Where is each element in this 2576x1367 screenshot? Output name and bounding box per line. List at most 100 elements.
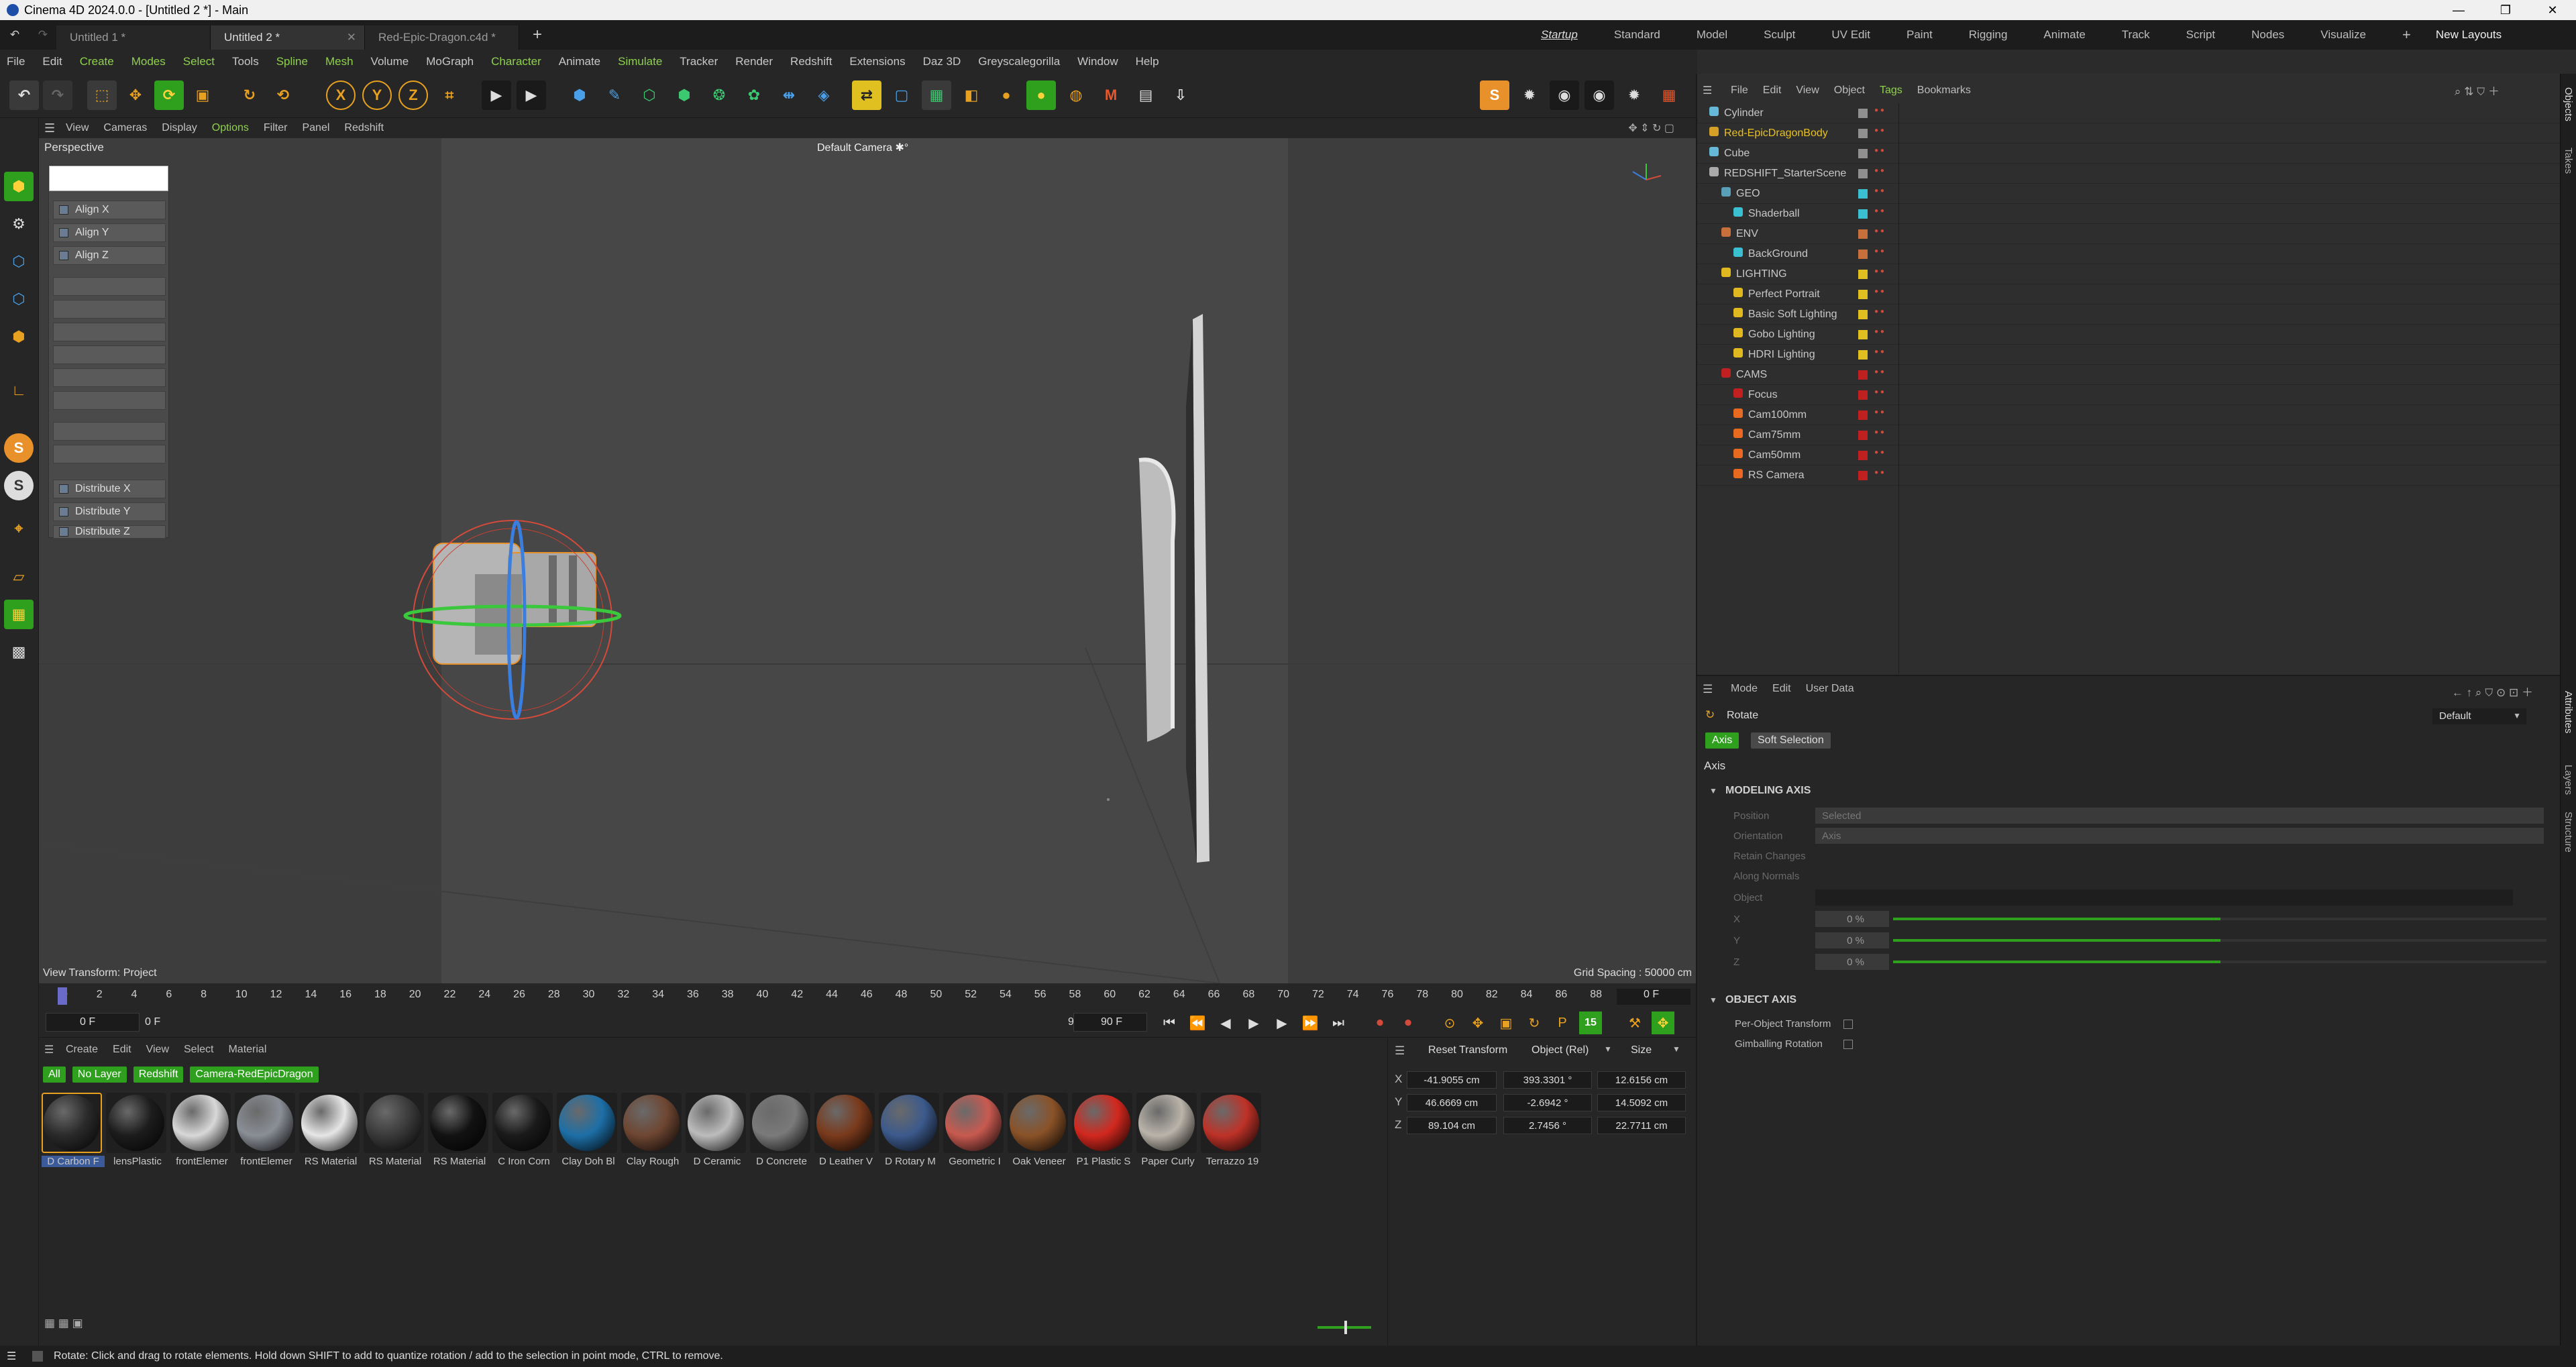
object-row[interactable]: Red-EpicDragonBody ● ● (1697, 123, 2561, 144)
download-icon[interactable]: ⇩ (1166, 80, 1195, 110)
doc-tab-untitled-2[interactable]: Untitled 2 * ✕ (211, 25, 365, 50)
obj-menu-bookmarks[interactable]: Bookmarks (1917, 85, 1971, 97)
add-layout-icon[interactable]: + (2402, 26, 2411, 44)
layout-track[interactable]: Track (2122, 28, 2150, 42)
object-row[interactable]: ENV ● ● (1697, 224, 2561, 244)
prop-object-link[interactable] (1815, 889, 2513, 906)
layout-visualize[interactable]: Visualize (2320, 28, 2366, 42)
distribute-x-button[interactable]: Distribute X (53, 480, 166, 498)
align-panel-header[interactable] (49, 166, 168, 191)
prop-position-select[interactable]: Selected (1815, 808, 2544, 824)
chevron-down-icon[interactable]: ▼ (1604, 1044, 1612, 1054)
fracture-icon[interactable]: ✿ (739, 80, 769, 110)
align-empty-slot[interactable] (53, 445, 166, 463)
layout-uv-edit[interactable]: UV Edit (1831, 28, 1870, 42)
vp-menu-display[interactable]: Display (162, 122, 197, 134)
material-swatch[interactable]: RS Material (364, 1093, 427, 1167)
close-tab-icon[interactable]: ✕ (347, 31, 356, 44)
doc-tab-untitled-1[interactable]: Untitled 1 * (56, 25, 211, 50)
hamburger-icon[interactable]: ☰ (44, 1043, 54, 1056)
menu-select[interactable]: Select (183, 55, 215, 68)
record-icon[interactable]: ⏺ (1368, 1011, 1391, 1034)
filter-camera-red-epic-dragon[interactable]: Camera-RedEpicDragon (190, 1067, 319, 1083)
align-empty-slot[interactable] (53, 300, 166, 319)
pen-spline-icon[interactable]: ✎ (600, 80, 629, 110)
layer-color-swatch[interactable] (1858, 209, 1868, 219)
layout-animate[interactable]: Animate (2043, 28, 2085, 42)
key-rotate-icon[interactable]: ↻ (1523, 1011, 1546, 1034)
visibility-dots-icon[interactable]: ● ● (1874, 127, 1884, 134)
vp-menu-cameras[interactable]: Cameras (103, 122, 147, 134)
visibility-dots-icon[interactable]: ● ● (1874, 329, 1884, 335)
hamburger-icon[interactable]: ☰ (44, 121, 55, 135)
align-empty-slot[interactable] (53, 277, 166, 296)
position-x-field[interactable]: -41.9055 cm (1407, 1071, 1497, 1089)
object-row[interactable]: Perfect Portrait ● ● (1697, 284, 2561, 305)
tab-soft-selection[interactable]: Soft Selection (1751, 732, 1831, 749)
menu-edit[interactable]: Edit (42, 55, 62, 68)
layer-color-swatch[interactable] (1858, 169, 1868, 178)
attr-nav-icons[interactable]: ← ↑ ⌕ ⛉ ⊙ ⊡ ＋ (2452, 683, 2533, 700)
cloner-icon[interactable]: ❂ (704, 80, 734, 110)
object-row[interactable]: BackGround ● ● (1697, 244, 2561, 264)
render-view-icon[interactable]: ▶ (482, 80, 511, 110)
material-swatch[interactable]: D Rotary M (879, 1093, 942, 1167)
material-swatch[interactable]: D Ceramic (686, 1093, 749, 1167)
object-row[interactable]: Cube ● ● (1697, 144, 2561, 164)
magnet-icon[interactable]: ⌖ (4, 514, 34, 543)
visibility-dots-icon[interactable]: ● ● (1874, 409, 1884, 416)
rotate-mode-icon[interactable]: ⟲ (268, 80, 298, 110)
prop-x-field[interactable]: 0 % (1815, 911, 1889, 927)
layer-color-swatch[interactable] (1858, 229, 1868, 239)
object-row[interactable]: Gobo Lighting ● ● (1697, 325, 2561, 345)
cube-primitive-icon[interactable]: ⬢ (565, 80, 594, 110)
obj-menu-object[interactable]: Object (1834, 85, 1865, 97)
next-frame-icon[interactable]: ▶ (1271, 1011, 1293, 1034)
minimize-button[interactable]: — (2435, 0, 2482, 20)
go-to-end-icon[interactable]: ⏭ (1327, 1011, 1350, 1034)
filter-no-layer[interactable]: No Layer (72, 1067, 127, 1083)
locked-workplane-icon[interactable]: ▩ (4, 637, 34, 667)
filter-redshift[interactable]: Redshift (133, 1067, 184, 1083)
visibility-dots-icon[interactable]: ● ● (1874, 349, 1884, 356)
size-y-field[interactable]: 14.5092 cm (1597, 1094, 1686, 1111)
visibility-dots-icon[interactable]: ● ● (1874, 288, 1884, 295)
layer-color-swatch[interactable] (1858, 370, 1868, 380)
start-frame-field[interactable]: 0 F (46, 1013, 140, 1032)
recent-tool-icon[interactable]: ↻ (235, 80, 264, 110)
material-swatch[interactable]: Terrazzo 19 (1201, 1093, 1264, 1167)
redshift-asset-icon[interactable]: ▦ (1654, 80, 1684, 110)
menu-tools[interactable]: Tools (232, 55, 259, 68)
scale-tool-icon[interactable]: ▣ (188, 80, 217, 110)
filter-all[interactable]: All (43, 1067, 66, 1083)
gimballing-rotation-checkbox[interactable] (1843, 1040, 1853, 1049)
undo-icon[interactable]: ↶ (0, 28, 30, 42)
menu-modes[interactable]: Modes (131, 55, 166, 68)
menu-help[interactable]: Help (1136, 55, 1159, 68)
visibility-dots-icon[interactable]: ● ● (1874, 107, 1884, 114)
material-swatch[interactable]: D Concrete (750, 1093, 813, 1167)
visibility-dots-icon[interactable]: ● ● (1874, 188, 1884, 195)
coord-size-select[interactable]: Size (1631, 1044, 1652, 1056)
tab-axis[interactable]: Axis (1705, 732, 1739, 749)
object-row[interactable]: LIGHTING ● ● (1697, 264, 2561, 284)
chevron-down-icon[interactable]: ▼ (2513, 711, 2521, 720)
redshift-render-view-icon[interactable]: ◉ (1550, 80, 1579, 110)
redo-icon[interactable]: ↷ (30, 28, 56, 42)
layer-color-swatch[interactable] (1858, 189, 1868, 199)
coord-mode-select[interactable]: Object (Rel) (1532, 1044, 1589, 1056)
position-z-field[interactable]: 89.104 cm (1407, 1117, 1497, 1134)
material-swatch[interactable]: D Carbon F (42, 1093, 105, 1167)
material-swatch[interactable]: D Leather V (814, 1093, 877, 1167)
menu-character[interactable]: Character (491, 55, 541, 68)
visibility-dots-icon[interactable]: ● ● (1874, 389, 1884, 396)
object-row[interactable]: Cylinder ● ● (1697, 103, 2561, 123)
rotation-x-field[interactable]: 393.3301 ° (1503, 1071, 1592, 1089)
min-frame-field[interactable]: 0 F (140, 1013, 240, 1032)
menu-greyscalegorilla[interactable]: Greyscalegorilla (978, 55, 1060, 68)
layer-color-swatch[interactable] (1858, 330, 1868, 339)
layout-script[interactable]: Script (2186, 28, 2215, 42)
menu-tracker[interactable]: Tracker (680, 55, 718, 68)
hamburger-icon[interactable]: ☰ (7, 1350, 16, 1363)
subdivision-icon[interactable]: ⬡ (635, 80, 664, 110)
